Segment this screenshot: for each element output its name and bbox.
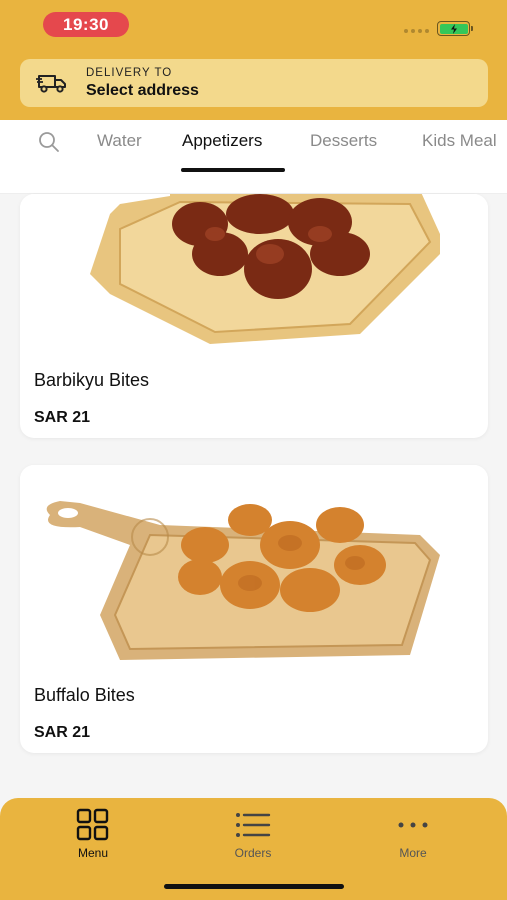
- delivery-truck-icon: [36, 75, 66, 93]
- active-tab-indicator: [181, 168, 285, 172]
- tab-desserts[interactable]: Desserts: [310, 131, 377, 151]
- menu-item-card[interactable]: Barbikyu Bites SAR 21: [20, 194, 488, 438]
- delivery-address-selector[interactable]: DELIVERY TO Select address: [20, 59, 488, 107]
- delivery-address-value: Select address: [86, 81, 199, 99]
- food-image: [20, 194, 488, 354]
- delivery-label: DELIVERY TO: [86, 66, 173, 79]
- item-price: SAR 21: [34, 724, 91, 741]
- menu-item-card[interactable]: Buffalo Bites SAR 21: [20, 465, 488, 753]
- item-price: SAR 21: [34, 409, 91, 426]
- nav-orders[interactable]: Orders: [193, 808, 313, 860]
- nav-orders-label: Orders: [234, 846, 272, 860]
- more-dots-icon: [398, 822, 428, 828]
- search-icon[interactable]: [37, 130, 61, 154]
- tab-appetizers[interactable]: Appetizers: [182, 131, 262, 151]
- nav-menu-label: Menu: [77, 846, 109, 860]
- status-time: 19:30: [43, 12, 129, 37]
- tab-water[interactable]: Water: [97, 131, 142, 151]
- battery-cap: [471, 26, 473, 31]
- nav-menu[interactable]: Menu: [33, 808, 153, 860]
- tab-kids-meal[interactable]: Kids Meal: [422, 131, 497, 151]
- food-image: [20, 465, 488, 675]
- list-icon: [236, 813, 271, 837]
- item-name: Barbikyu Bites: [34, 370, 150, 390]
- item-name: Buffalo Bites: [34, 685, 135, 705]
- signal-icon: [404, 29, 429, 33]
- battery-icon: [437, 21, 470, 36]
- home-indicator: [164, 884, 344, 889]
- nav-more-label: More: [399, 846, 427, 860]
- nav-more[interactable]: More: [353, 808, 473, 860]
- grid-icon: [76, 808, 109, 841]
